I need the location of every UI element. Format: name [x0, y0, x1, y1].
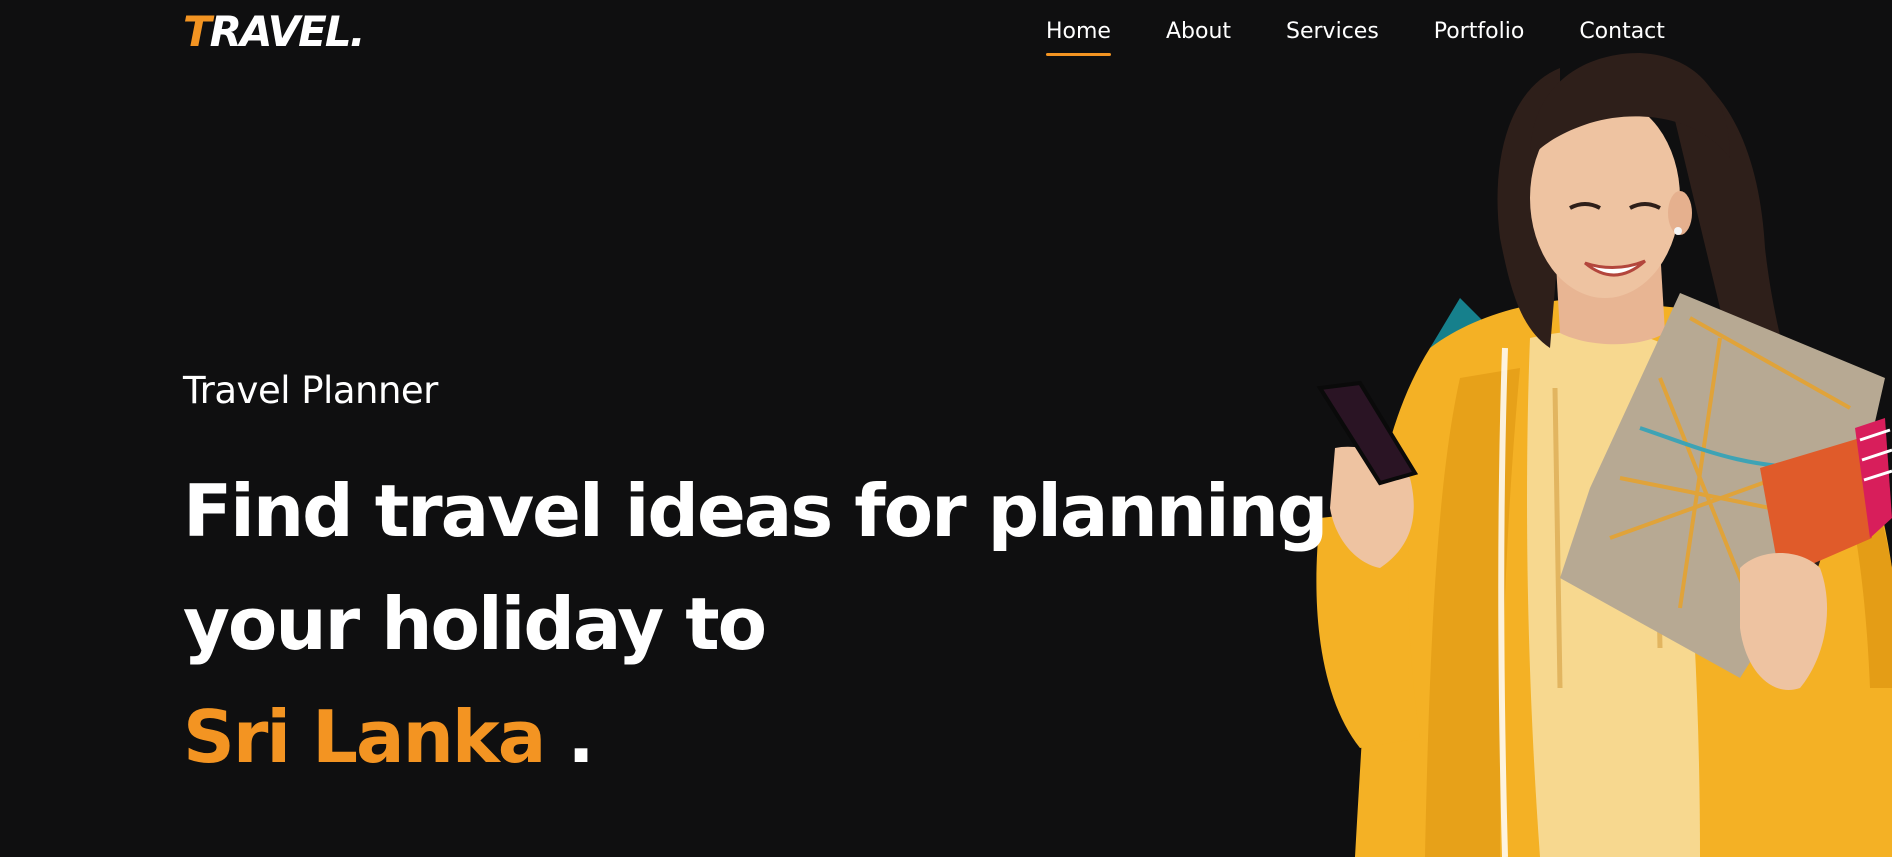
- nav-home[interactable]: Home: [1046, 14, 1111, 56]
- headline-line-1: Find travel ideas for planning: [183, 469, 1328, 553]
- traveler-illustration: [1316, 53, 1892, 857]
- hero-headline: Find travel ideas for planning your holi…: [183, 455, 1328, 794]
- nav-contact[interactable]: Contact: [1579, 14, 1665, 50]
- site-logo[interactable]: TRAVEL.: [183, 7, 366, 56]
- main-nav: Home About Services Portfolio Contact: [1046, 14, 1665, 56]
- nav-portfolio[interactable]: Portfolio: [1434, 14, 1525, 50]
- landing-page: TRAVEL. Home About Services Portfolio Co…: [0, 0, 1892, 857]
- headline-accent-destination: Sri Lanka: [183, 695, 546, 779]
- headline-line-3: Sri Lanka .: [183, 681, 1326, 794]
- headline-line-2: your holiday to: [183, 582, 767, 666]
- hero-eyebrow: Travel Planner: [183, 369, 438, 412]
- logo-accent-letter: T: [183, 7, 212, 56]
- logo-text: RAVEL.: [209, 7, 366, 56]
- hero-image: [1260, 48, 1892, 857]
- headline-dot: .: [567, 695, 594, 779]
- nav-about[interactable]: About: [1166, 14, 1231, 50]
- nav-services[interactable]: Services: [1286, 14, 1379, 50]
